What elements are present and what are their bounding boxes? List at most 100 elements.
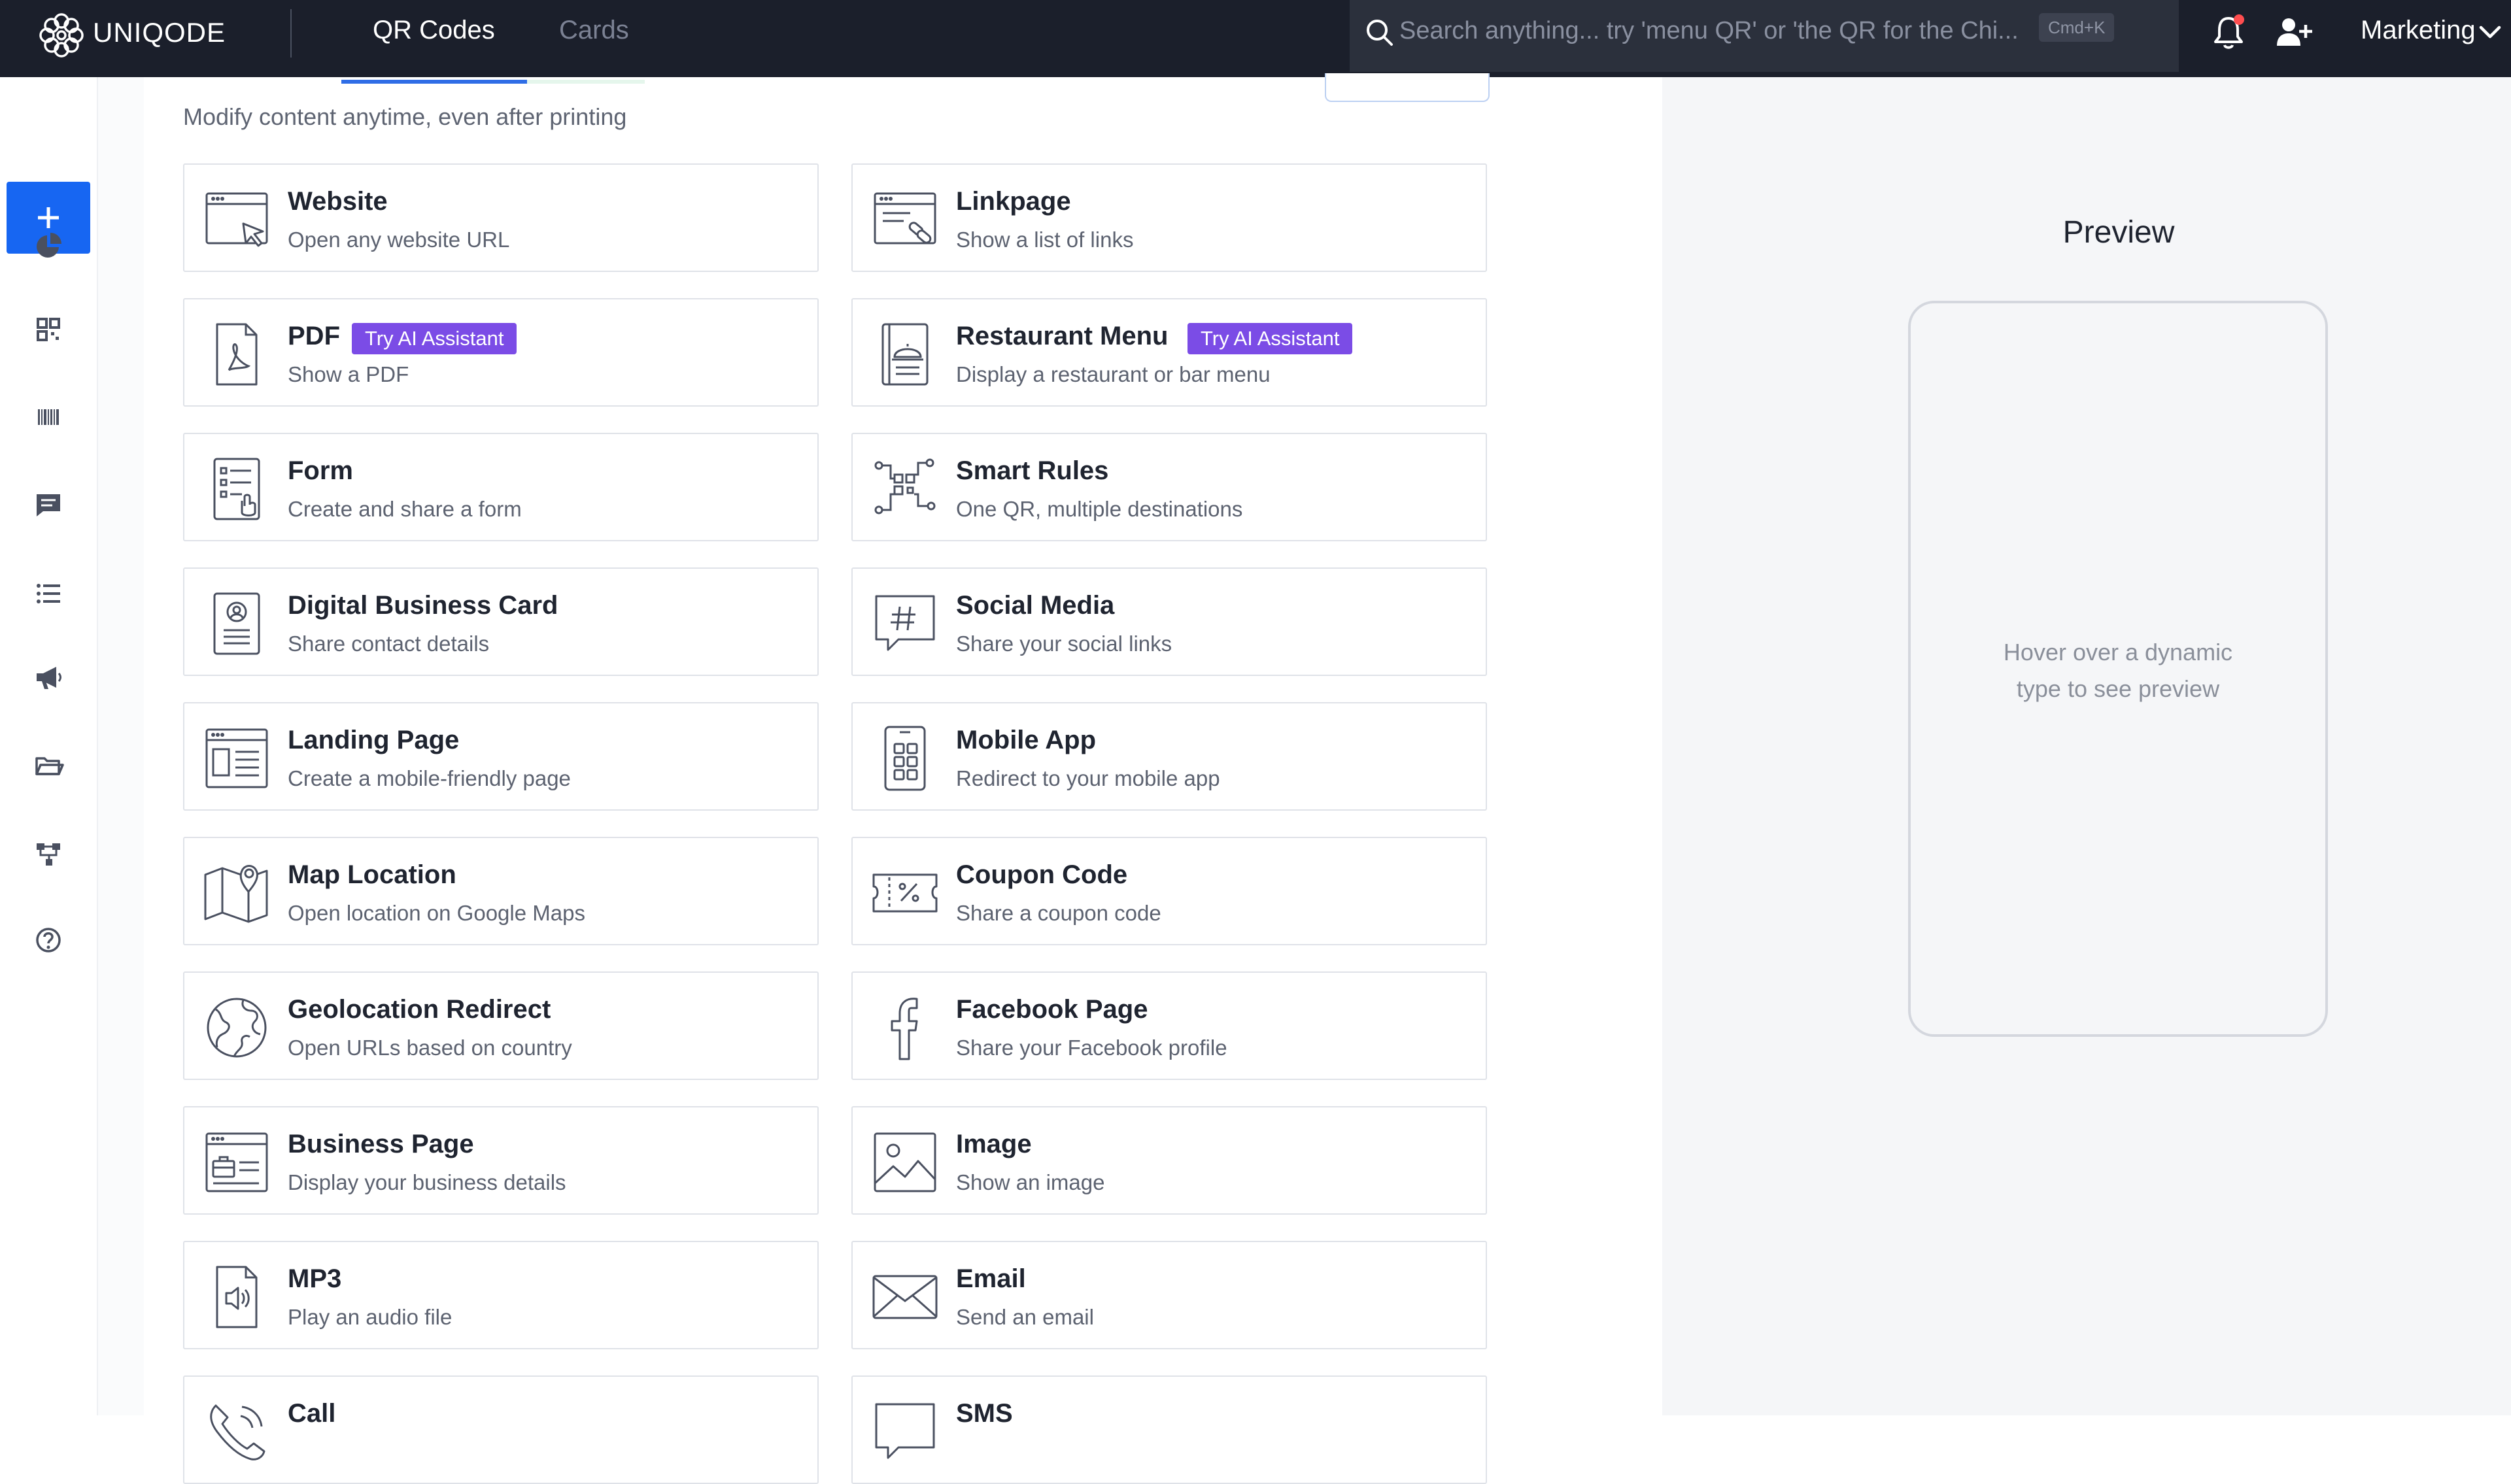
- website-icon: [205, 192, 268, 247]
- search-icon: [1367, 20, 1393, 46]
- card-desc: Display a restaurant or bar menu: [956, 362, 1271, 386]
- card-desc: Redirect to your mobile app: [956, 766, 1220, 790]
- search-bar[interactable]: Cmd+K: [1350, 0, 2179, 72]
- chevron-down-icon[interactable]: [2478, 24, 2502, 41]
- card-title: Facebook Page: [956, 995, 1148, 1024]
- card-desc: Share a coupon code: [956, 901, 1161, 925]
- search-input[interactable]: [1398, 12, 2081, 50]
- tab-indicator-secondary: [527, 80, 645, 84]
- qr-type-map-location[interactable]: Map Location Open location on Google Map…: [183, 837, 819, 945]
- qr-type-smart-rules[interactable]: Smart Rules One QR, multiple destination…: [851, 433, 1487, 541]
- qr-type-mobile-app[interactable]: Mobile App Redirect to your mobile app: [851, 702, 1487, 811]
- image-icon: [874, 1132, 936, 1192]
- qr-type-geolocation-redirect[interactable]: Geolocation Redirect Open URLs based on …: [183, 971, 819, 1080]
- help-icon[interactable]: [33, 924, 64, 956]
- card-desc: One QR, multiple destinations: [956, 497, 1243, 521]
- qr-type-email[interactable]: Email Send an email: [851, 1241, 1487, 1349]
- card-title: Website: [288, 187, 388, 216]
- barcode-icon[interactable]: [33, 401, 64, 433]
- facebook-icon: [891, 998, 918, 1060]
- active-tab-indicator: [341, 80, 527, 84]
- social-media-icon: [875, 595, 935, 651]
- qr-type-linkpage[interactable]: Linkpage Show a list of links: [851, 163, 1487, 272]
- card-desc: Share your social links: [956, 632, 1172, 656]
- card-title: Form: [288, 456, 353, 485]
- email-icon: [872, 1275, 938, 1319]
- add-user-icon[interactable]: [2276, 16, 2312, 50]
- left-rail: [0, 77, 98, 1415]
- card-desc: Show an image: [956, 1170, 1105, 1194]
- card-desc: Show a list of links: [956, 228, 1134, 252]
- top-bar: UNIQODE QR Codes Cards Cmd+K Marketing: [0, 0, 2511, 77]
- integration-icon[interactable]: [33, 838, 64, 869]
- card-desc: Open any website URL: [288, 228, 510, 252]
- card-title: Mobile App: [956, 726, 1097, 754]
- card-title: Geolocation Redirect: [288, 995, 551, 1024]
- tab-qr-codes[interactable]: QR Codes: [373, 16, 495, 45]
- workspace-selector[interactable]: Marketing: [2361, 16, 2476, 45]
- phone-preview-frame: Hover over a dynamic type to see preview: [1908, 301, 2328, 1037]
- message-icon[interactable]: [33, 489, 64, 520]
- megaphone-icon[interactable]: [33, 662, 64, 693]
- tab-cards[interactable]: Cards: [559, 16, 629, 45]
- linkpage-icon: [874, 192, 936, 245]
- qr-type-landing-page[interactable]: Landing Page Create a mobile-friendly pa…: [183, 702, 819, 811]
- qr-type-call[interactable]: Call: [183, 1375, 819, 1484]
- notification-dot: [2234, 14, 2244, 25]
- card-desc: Open location on Google Maps: [288, 901, 585, 925]
- qr-type-website[interactable]: Website Open any website URL: [183, 163, 819, 272]
- globe-icon: [207, 998, 267, 1058]
- card-title: Call: [288, 1399, 336, 1428]
- list-icon[interactable]: [33, 578, 64, 609]
- card-title: Email: [956, 1264, 1026, 1293]
- qr-type-coupon-code[interactable]: Coupon Code Share a coupon code: [851, 837, 1487, 945]
- card-desc: Play an audio file: [288, 1305, 453, 1329]
- section-subtitle: Modify content anytime, even after print…: [183, 103, 627, 130]
- qr-type-pdf[interactable]: PDF Try AI Assistant Show a PDF: [183, 298, 819, 407]
- qr-type-sms[interactable]: SMS: [851, 1375, 1487, 1484]
- qr-type-mp3[interactable]: MP3 Play an audio file: [183, 1241, 819, 1349]
- landing-page-icon: [205, 728, 268, 788]
- mobile-app-icon: [884, 726, 926, 791]
- analytics-pie-icon[interactable]: [33, 230, 64, 261]
- plus-icon: [38, 207, 59, 228]
- qr-type-business-page[interactable]: Business Page Display your business deta…: [183, 1106, 819, 1215]
- card-title: Digital Business Card: [288, 591, 558, 620]
- qr-type-facebook-page[interactable]: Facebook Page Share your Facebook profil…: [851, 971, 1487, 1080]
- qr-type-social-media[interactable]: Social Media Share your social links: [851, 567, 1487, 676]
- pdf-icon: [216, 323, 258, 386]
- folder-icon[interactable]: [33, 750, 64, 782]
- card-desc: Send an email: [956, 1305, 1094, 1329]
- qr-type-restaurant-menu[interactable]: Restaurant Menu Try AI Assistant Display…: [851, 298, 1487, 407]
- card-title: SMS: [956, 1399, 1013, 1428]
- qr-type-digital-business-card[interactable]: Digital Business Card Share contact deta…: [183, 567, 819, 676]
- qr-type-image[interactable]: Image Show an image: [851, 1106, 1487, 1215]
- card-title: Business Page: [288, 1130, 474, 1158]
- divider: [290, 9, 292, 58]
- card-title: Social Media: [956, 591, 1115, 620]
- card-desc: Share your Facebook profile: [956, 1036, 1227, 1060]
- card-title: MP3: [288, 1264, 342, 1293]
- uniqode-logo-icon[interactable]: [38, 12, 85, 59]
- form-icon: [213, 458, 260, 520]
- card-title: Linkpage: [956, 187, 1071, 216]
- card-title: PDF: [288, 322, 340, 350]
- call-icon: [210, 1404, 265, 1460]
- ai-assistant-badge[interactable]: Try AI Assistant: [1187, 323, 1353, 354]
- preview-hint: Hover over a dynamic type to see preview: [2003, 639, 2233, 702]
- restaurant-menu-icon: [881, 323, 929, 386]
- card-desc: Open URLs based on country: [288, 1036, 572, 1060]
- qr-grid-icon[interactable]: [33, 314, 64, 345]
- ai-assistant-badge[interactable]: Try AI Assistant: [352, 323, 517, 354]
- bulk-create-button[interactable]: [1325, 73, 1490, 102]
- map-location-icon: [204, 865, 268, 923]
- card-title: Coupon Code: [956, 860, 1128, 889]
- card-desc: Show a PDF: [288, 362, 409, 386]
- card-title: Map Location: [288, 860, 456, 889]
- mp3-icon: [216, 1266, 258, 1328]
- card-desc: Create a mobile-friendly page: [288, 766, 571, 790]
- qr-type-form[interactable]: Form Create and share a form: [183, 433, 819, 541]
- card-title: Landing Page: [288, 726, 460, 754]
- shortcut-badge: Cmd+K: [2039, 13, 2115, 42]
- card-desc: Create and share a form: [288, 497, 522, 521]
